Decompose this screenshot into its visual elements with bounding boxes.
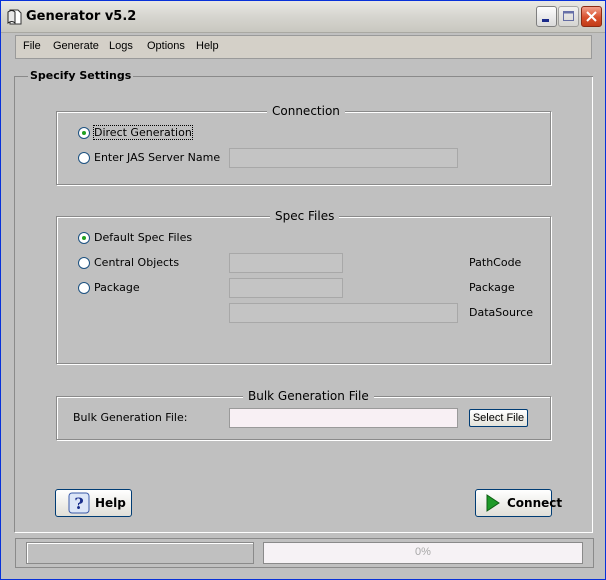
- menu-options[interactable]: Options: [147, 40, 185, 52]
- jas-server-option[interactable]: Enter JAS Server Name: [78, 151, 220, 164]
- default-spec-label: Default Spec Files: [94, 231, 193, 244]
- select-file-button[interactable]: Select File: [469, 409, 528, 427]
- generator-window: Generator v5.2 File Generate Logs Option…: [0, 0, 606, 580]
- progress-bar: 0%: [263, 542, 583, 564]
- direct-generation-label: Direct Generation: [93, 125, 193, 140]
- direct-generation-radio[interactable]: [78, 126, 90, 139]
- bulk-generation-group-title: Bulk Generation File: [243, 389, 374, 403]
- connect-button[interactable]: Connect: [475, 489, 562, 517]
- menu-bar: File Generate Logs Options Help: [15, 35, 592, 59]
- package-option[interactable]: Package: [78, 281, 140, 294]
- central-objects-label: Central Objects: [94, 256, 180, 269]
- menu-logs[interactable]: Logs: [109, 40, 133, 52]
- datasource-field[interactable]: [229, 303, 458, 323]
- progress-text: 0%: [415, 546, 431, 558]
- package-label: Package: [94, 281, 140, 294]
- spec-files-group-title: Spec Files: [270, 209, 340, 223]
- title-bar[interactable]: Generator v5.2: [1, 1, 605, 33]
- svg-text:?: ?: [74, 494, 83, 513]
- jas-server-radio[interactable]: [78, 151, 90, 164]
- jas-server-field[interactable]: [229, 148, 458, 168]
- jas-server-label: Enter JAS Server Name: [94, 151, 221, 164]
- window-title: Generator v5.2: [26, 9, 137, 24]
- connect-button-label: Connect: [507, 496, 563, 510]
- help-button[interactable]: ? Help: [55, 489, 132, 517]
- direct-generation-option[interactable]: Direct Generation: [78, 125, 193, 140]
- close-button[interactable]: [581, 6, 602, 27]
- minimize-icon: [542, 19, 549, 22]
- menu-help[interactable]: Help: [196, 40, 219, 52]
- status-message: [26, 542, 254, 564]
- central-objects-option[interactable]: Central Objects: [78, 256, 179, 269]
- play-arrow-icon: [482, 492, 504, 514]
- package-field-label: Package: [469, 281, 515, 294]
- bulk-generation-label: Bulk Generation File:: [73, 411, 188, 424]
- minimize-button[interactable]: [536, 6, 557, 27]
- help-button-label: Help: [95, 496, 126, 510]
- maximize-icon: [563, 11, 574, 21]
- menu-generate[interactable]: Generate: [53, 40, 99, 52]
- datasource-label: DataSource: [469, 306, 534, 319]
- app-icon[interactable]: [7, 8, 23, 26]
- default-spec-radio[interactable]: [78, 231, 90, 244]
- pathcode-label: PathCode: [469, 256, 522, 269]
- connection-group-title: Connection: [267, 104, 345, 118]
- central-objects-radio[interactable]: [78, 256, 90, 269]
- settings-panel-title: Specify Settings: [28, 69, 134, 82]
- package-field[interactable]: [229, 278, 343, 298]
- menu-file[interactable]: File: [23, 40, 41, 52]
- package-radio[interactable]: [78, 281, 90, 294]
- default-spec-option[interactable]: Default Spec Files: [78, 231, 192, 244]
- bulk-generation-field[interactable]: [229, 408, 458, 428]
- pathcode-field[interactable]: [229, 253, 343, 273]
- close-icon: [586, 11, 597, 22]
- question-icon: ?: [68, 492, 90, 514]
- maximize-button[interactable]: [558, 6, 579, 27]
